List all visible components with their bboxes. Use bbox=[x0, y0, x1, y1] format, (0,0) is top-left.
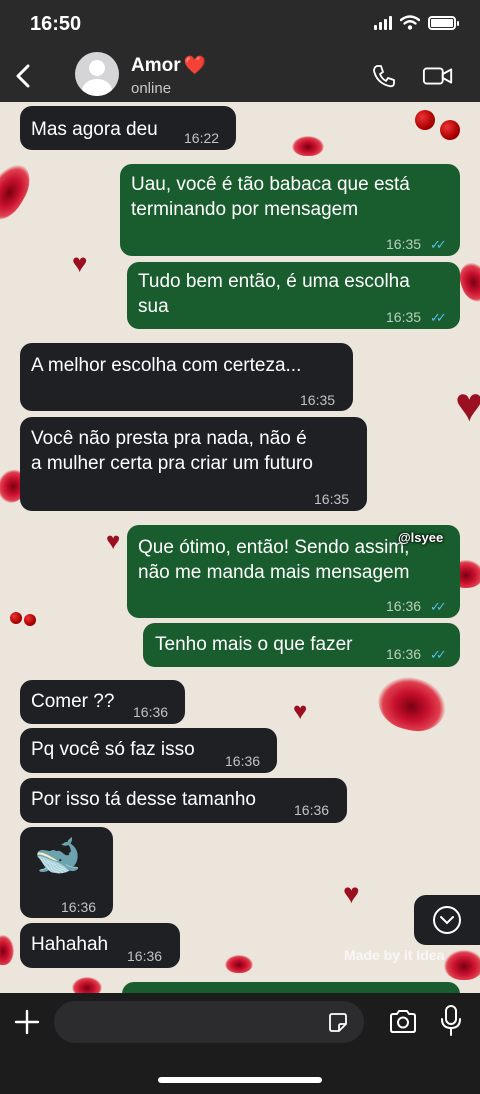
chevron-down-icon bbox=[433, 906, 461, 934]
message-text: Que ótimo, então! Sendo assim, bbox=[138, 537, 410, 558]
incoming-message[interactable]: A melhor escolha com certeza... 16:35 bbox=[20, 343, 353, 411]
lips-decoration bbox=[225, 955, 253, 973]
chevron-left-icon bbox=[16, 64, 30, 88]
lips-decoration bbox=[0, 157, 38, 227]
chat-header: Amor ❤️ online bbox=[0, 50, 480, 102]
outgoing-message[interactable]: Tudo bem então, é uma escolha sua 16:35 … bbox=[127, 262, 460, 329]
phone-icon bbox=[373, 65, 395, 88]
read-receipt-icon: ✓✓ bbox=[430, 237, 447, 252]
sticker-icon[interactable] bbox=[326, 1011, 350, 1035]
incoming-message[interactable]: Hahahah 16:36 bbox=[20, 923, 180, 968]
lips-decoration bbox=[372, 670, 452, 738]
home-indicator bbox=[158, 1077, 322, 1083]
message-time: 16:36 bbox=[133, 704, 169, 720]
incoming-message[interactable]: Mas agora deu 16:22 bbox=[20, 106, 236, 150]
message-text: sua bbox=[138, 296, 169, 317]
message-time: 16:35 bbox=[386, 309, 422, 325]
message-time: 16:22 bbox=[184, 130, 220, 146]
cherry-decoration bbox=[24, 614, 36, 626]
scroll-to-bottom-button[interactable] bbox=[414, 895, 480, 945]
message-text: terminando por mensagem bbox=[131, 199, 359, 220]
whale-emoji: 🐋 bbox=[34, 835, 82, 877]
message-time: 16:36 bbox=[61, 899, 97, 915]
read-receipt-icon: ✓✓ bbox=[430, 647, 447, 662]
message-text: Hahahah bbox=[31, 934, 109, 955]
lips-decoration bbox=[0, 935, 14, 965]
message-input[interactable] bbox=[54, 1001, 364, 1043]
battery-icon bbox=[428, 15, 459, 30]
contact-name-text: Amor bbox=[131, 55, 181, 76]
incoming-message[interactable]: Por isso tá desse tamanho 16:36 bbox=[20, 778, 347, 823]
lips-decoration bbox=[444, 950, 480, 980]
back-button[interactable] bbox=[8, 58, 38, 94]
contact-status: online bbox=[131, 80, 172, 97]
cherry-decoration bbox=[10, 612, 22, 624]
heart-decoration: ♥ bbox=[293, 698, 308, 725]
message-time: 16:35 bbox=[300, 392, 336, 408]
status-icons bbox=[374, 15, 459, 30]
status-bar: 16:50 bbox=[0, 0, 480, 50]
made-by-watermark: Made by it Idea bbox=[344, 947, 445, 963]
message-text: Uau, você é tão babaca que está bbox=[131, 174, 410, 195]
contact-name[interactable]: Amor ❤️ bbox=[131, 55, 206, 77]
heart-decoration: ♥ bbox=[106, 528, 121, 555]
message-time: 16:36 bbox=[225, 753, 261, 769]
outgoing-message[interactable]: Uau, você é tão babaca que está terminan… bbox=[120, 164, 460, 256]
message-text: Tenho mais o que fazer bbox=[155, 634, 353, 655]
message-input-bar bbox=[0, 993, 480, 1094]
message-text: a mulher certa pra criar um futuro bbox=[31, 453, 313, 474]
message-text: Por isso tá desse tamanho bbox=[31, 789, 256, 810]
plus-icon bbox=[14, 1009, 40, 1035]
microphone-icon[interactable] bbox=[438, 1004, 464, 1038]
wifi-icon bbox=[400, 15, 420, 30]
signal-icon bbox=[374, 15, 392, 30]
message-time: 16:36 bbox=[127, 948, 163, 964]
avatar[interactable] bbox=[75, 52, 119, 96]
voice-call-button[interactable] bbox=[368, 62, 400, 90]
message-text: Tudo bem então, é uma escolha bbox=[138, 271, 410, 292]
incoming-message[interactable]: 🐋 16:36 bbox=[20, 827, 113, 918]
read-receipt-icon: ✓✓ bbox=[430, 310, 447, 325]
message-text: não me manda mais mensagem bbox=[138, 562, 410, 583]
cherry-decoration bbox=[440, 120, 460, 140]
message-text: A melhor escolha com certeza... bbox=[31, 355, 302, 376]
heart-decoration: ♥ bbox=[455, 379, 480, 432]
chat-screen: ♥ ♥ ♥ ♥ ♥ Mas agora deu 16:22 Uau, você … bbox=[0, 0, 480, 1094]
heart-emoji: ❤️ bbox=[183, 55, 207, 75]
heart-decoration: ♥ bbox=[343, 878, 360, 909]
incoming-message[interactable]: Você não presta pra nada, não é a mulher… bbox=[20, 417, 367, 511]
watermark-text: @lsyee bbox=[398, 530, 444, 545]
video-call-button[interactable] bbox=[422, 62, 454, 90]
lips-decoration bbox=[292, 136, 324, 156]
message-text: Você não presta pra nada, não é bbox=[31, 428, 307, 449]
incoming-message[interactable]: Comer ?? 16:36 bbox=[20, 680, 185, 724]
message-time: 16:35 bbox=[386, 236, 422, 252]
message-text: Comer ?? bbox=[31, 691, 115, 712]
message-time: 16:35 bbox=[314, 491, 350, 507]
outgoing-message[interactable]: Tenho mais o que fazer 16:36 ✓✓ bbox=[143, 623, 460, 667]
message-text: Mas agora deu bbox=[31, 119, 158, 140]
message-time: 16:36 bbox=[386, 598, 422, 614]
read-receipt-icon: ✓✓ bbox=[430, 599, 447, 614]
cherry-decoration bbox=[415, 110, 435, 130]
camera-icon[interactable] bbox=[388, 1007, 418, 1037]
message-time: 16:36 bbox=[294, 802, 330, 818]
message-text: Pq você só faz isso bbox=[31, 739, 195, 760]
status-time: 16:50 bbox=[30, 13, 82, 35]
message-time: 16:36 bbox=[386, 646, 422, 662]
attach-button[interactable] bbox=[12, 1007, 42, 1037]
heart-decoration: ♥ bbox=[72, 248, 88, 278]
incoming-message[interactable]: Pq você só faz isso 16:36 bbox=[20, 728, 277, 773]
video-icon bbox=[422, 67, 453, 85]
